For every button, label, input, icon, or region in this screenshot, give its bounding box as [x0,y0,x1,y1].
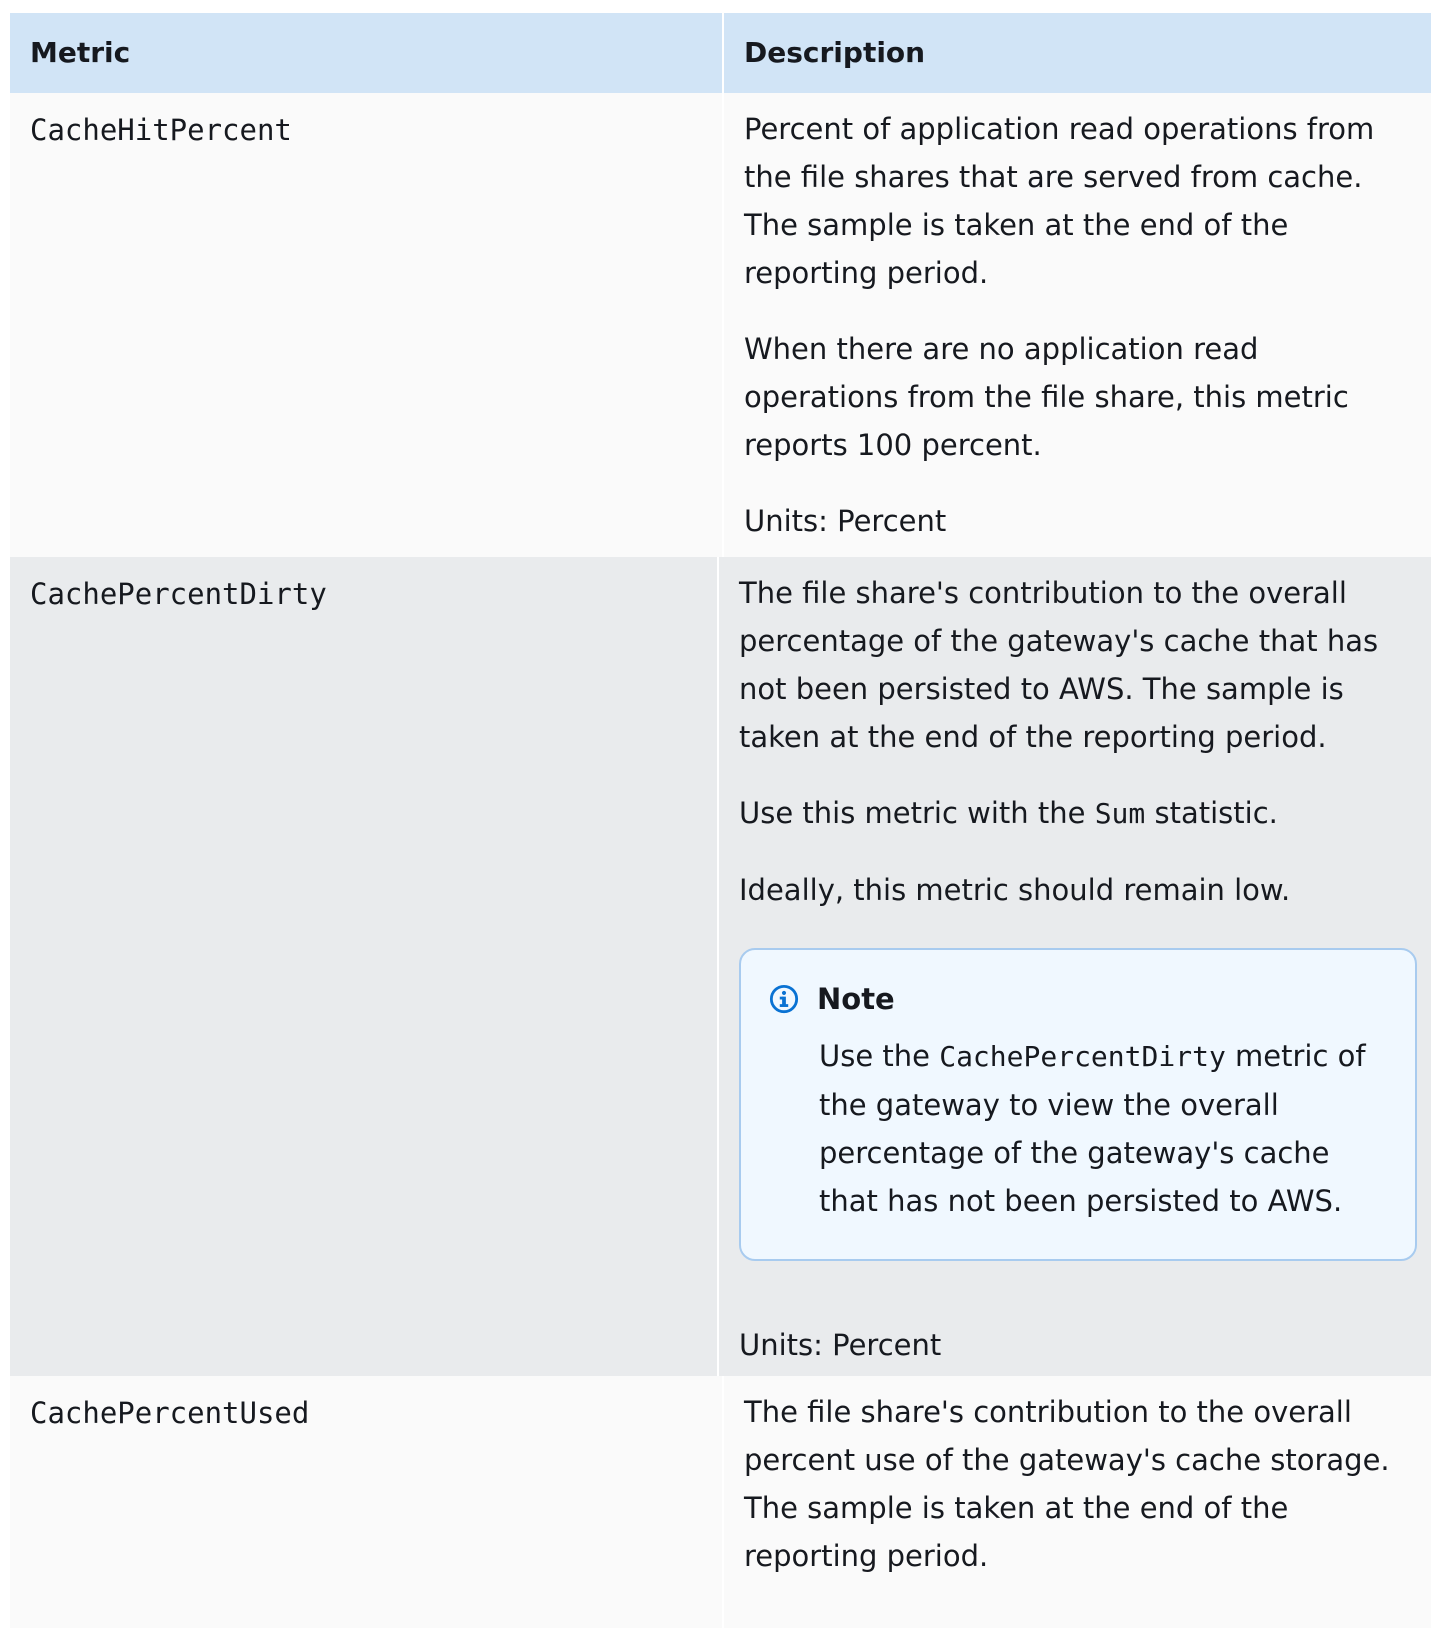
description-paragraph: The file share's contribution to the ove… [739,576,1379,754]
description-paragraph: The file share's contribution to the ove… [744,1395,1390,1573]
header-description: Description [744,36,926,69]
description-paragraph: Use this metric with the Sum statistic. [739,789,1417,838]
table-row: CacheHitPercent Percent of application r… [10,93,1431,557]
note-header: Note [769,982,1387,1016]
note-title: Note [817,982,895,1016]
description-cell: Percent of application read operations f… [724,93,1431,557]
table-row: CachePercentUsed The file share's contri… [10,1376,1431,1628]
table-row: CachePercentDirty The file share's contr… [10,557,1431,1376]
text-segment: Use the [819,1039,940,1073]
description-cell: The file share's contribution to the ove… [724,1376,1431,1628]
text-segment: Use this metric with the [739,796,1095,830]
description-paragraph: Percent of application read operations f… [744,112,1375,290]
metric-name: CacheHitPercent [30,113,292,147]
description-paragraph: When there are no application read opera… [744,332,1349,462]
description-paragraph: Ideally, this metric should remain low. [739,873,1291,907]
table-header-row: Metric Description [10,13,1431,93]
code-sum: Sum [1094,797,1146,830]
units-text: Units: Percent [744,504,947,538]
note-callout: Note Use the CachePercentDirty metric of… [739,948,1417,1261]
units-text: Units: Percent [739,1328,942,1362]
code-metric-name: CachePercentDirty [939,1040,1226,1073]
metrics-table: Metric Description CacheHitPercent Perce… [10,13,1431,1628]
note-body: Use the CachePercentDirty metric of the … [819,1032,1387,1225]
description-cell: The file share's contribution to the ove… [719,557,1431,1376]
text-segment: statistic. [1145,796,1278,830]
metric-cell: CachePercentUsed [10,1376,724,1628]
metric-cell: CacheHitPercent [10,93,724,557]
header-metric: Metric [10,13,724,93]
metric-cell: CachePercentDirty [10,557,719,1376]
metric-name: CachePercentDirty [30,577,327,611]
metric-name: CachePercentUsed [30,1396,310,1430]
info-circle-icon [769,984,799,1014]
